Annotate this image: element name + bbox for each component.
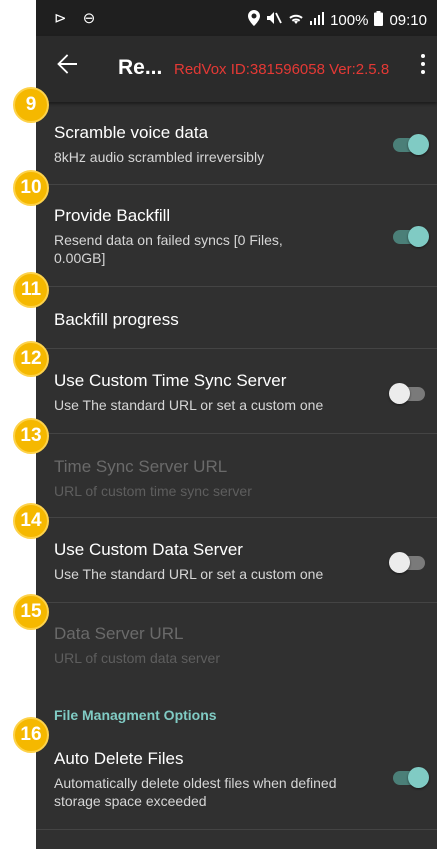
callout-badge: 14: [13, 503, 49, 539]
setting-auto-delete-files[interactable]: Auto Delete Files Automatically delete o…: [36, 730, 437, 828]
callout-badge: 16: [13, 717, 49, 753]
section-header-file-management: File Managment Options: [54, 707, 217, 723]
callout-badge: 13: [13, 418, 49, 454]
divider: [36, 829, 437, 830]
setting-title: Backfill progress: [54, 310, 179, 329]
backfill-toggle[interactable]: [389, 224, 429, 248]
setting-subtitle: Automatically delete oldest files when d…: [54, 775, 337, 809]
clock: 09:10: [389, 11, 427, 29]
time-sync-toggle[interactable]: [389, 381, 429, 405]
setting-title: Use Custom Data Server: [54, 540, 243, 559]
setting-time-sync-server-url: Time Sync Server URL URL of custom time …: [36, 434, 437, 517]
overflow-menu-icon[interactable]: [417, 54, 429, 74]
setting-data-server-url: Data Server URL URL of custom data serve…: [36, 603, 437, 686]
notification-icons: ⊳ ⊖: [54, 10, 102, 27]
setting-subtitle: URL of custom time sync server: [54, 483, 252, 499]
callout-badge: 9: [13, 87, 49, 123]
page-title: Re...: [118, 56, 163, 79]
setting-scramble-voice-data[interactable]: Scramble voice data 8kHz audio scrambled…: [36, 102, 437, 184]
setting-title: Data Server URL: [54, 624, 184, 643]
wifi-icon: [288, 12, 304, 29]
setting-subtitle: Resend data on failed syncs [0 Files, 0.…: [54, 232, 283, 266]
app-bar: Re... RedVox ID:381596058 Ver:2.5.8: [36, 36, 437, 102]
setting-subtitle: Use The standard URL or set a custom one: [54, 397, 324, 413]
location-icon: [248, 10, 261, 30]
signal-icon: [310, 11, 325, 29]
app-version-info: RedVox ID:381596058 Ver:2.5.8: [174, 61, 390, 78]
setting-subtitle: 8kHz audio scrambled irreversibly: [54, 149, 265, 165]
status-bar: ⊳ ⊖ 100% 09:10: [36, 0, 437, 36]
setting-custom-time-sync-server[interactable]: Use Custom Time Sync Server Use The stan…: [36, 349, 437, 433]
data-server-toggle[interactable]: [389, 550, 429, 574]
setting-provide-backfill[interactable]: Provide Backfill Resend data on failed s…: [36, 185, 437, 286]
setting-title: Auto Delete Files: [54, 749, 184, 768]
battery-icon: [374, 10, 384, 30]
callout-badge: 10: [13, 170, 49, 206]
back-arrow-icon[interactable]: [56, 52, 78, 80]
setting-subtitle: URL of custom data server: [54, 650, 220, 666]
setting-custom-data-server[interactable]: Use Custom Data Server Use The standard …: [36, 518, 437, 602]
callout-badge: 11: [13, 272, 49, 308]
setting-backfill-progress[interactable]: Backfill progress: [36, 287, 437, 348]
status-right: 100% 09:10: [248, 10, 427, 30]
setting-subtitle: Use The standard URL or set a custom one: [54, 566, 324, 582]
setting-title: Scramble voice data: [54, 123, 209, 142]
setting-title: Provide Backfill: [54, 206, 171, 225]
mute-icon: [266, 11, 282, 29]
scramble-toggle[interactable]: [389, 132, 429, 156]
settings-screen: ⊳ ⊖ 100% 09:10 Re... RedVox ID:381596058…: [36, 0, 437, 849]
auto-delete-toggle[interactable]: [389, 765, 429, 789]
callout-badge: 15: [13, 594, 49, 630]
setting-title: Time Sync Server URL: [54, 457, 228, 476]
battery-percent: 100%: [330, 11, 369, 29]
setting-title: Use Custom Time Sync Server: [54, 371, 287, 390]
callout-badge: 12: [13, 341, 49, 377]
